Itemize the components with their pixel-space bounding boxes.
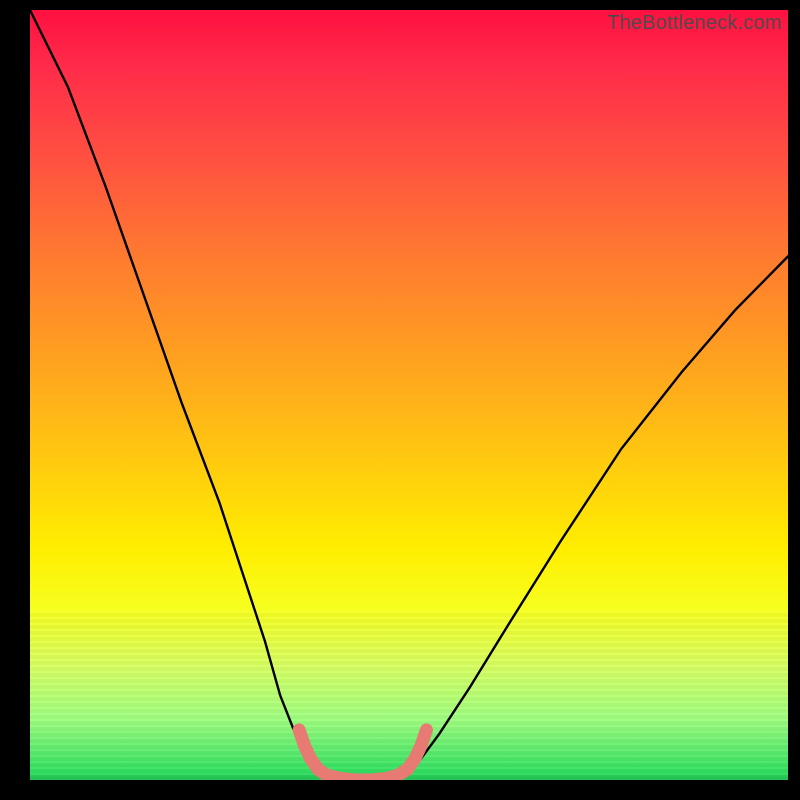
- background-gradient: [30, 10, 788, 780]
- plot-area: TheBottleneck.com: [30, 10, 788, 780]
- chart-frame: TheBottleneck.com: [0, 0, 800, 800]
